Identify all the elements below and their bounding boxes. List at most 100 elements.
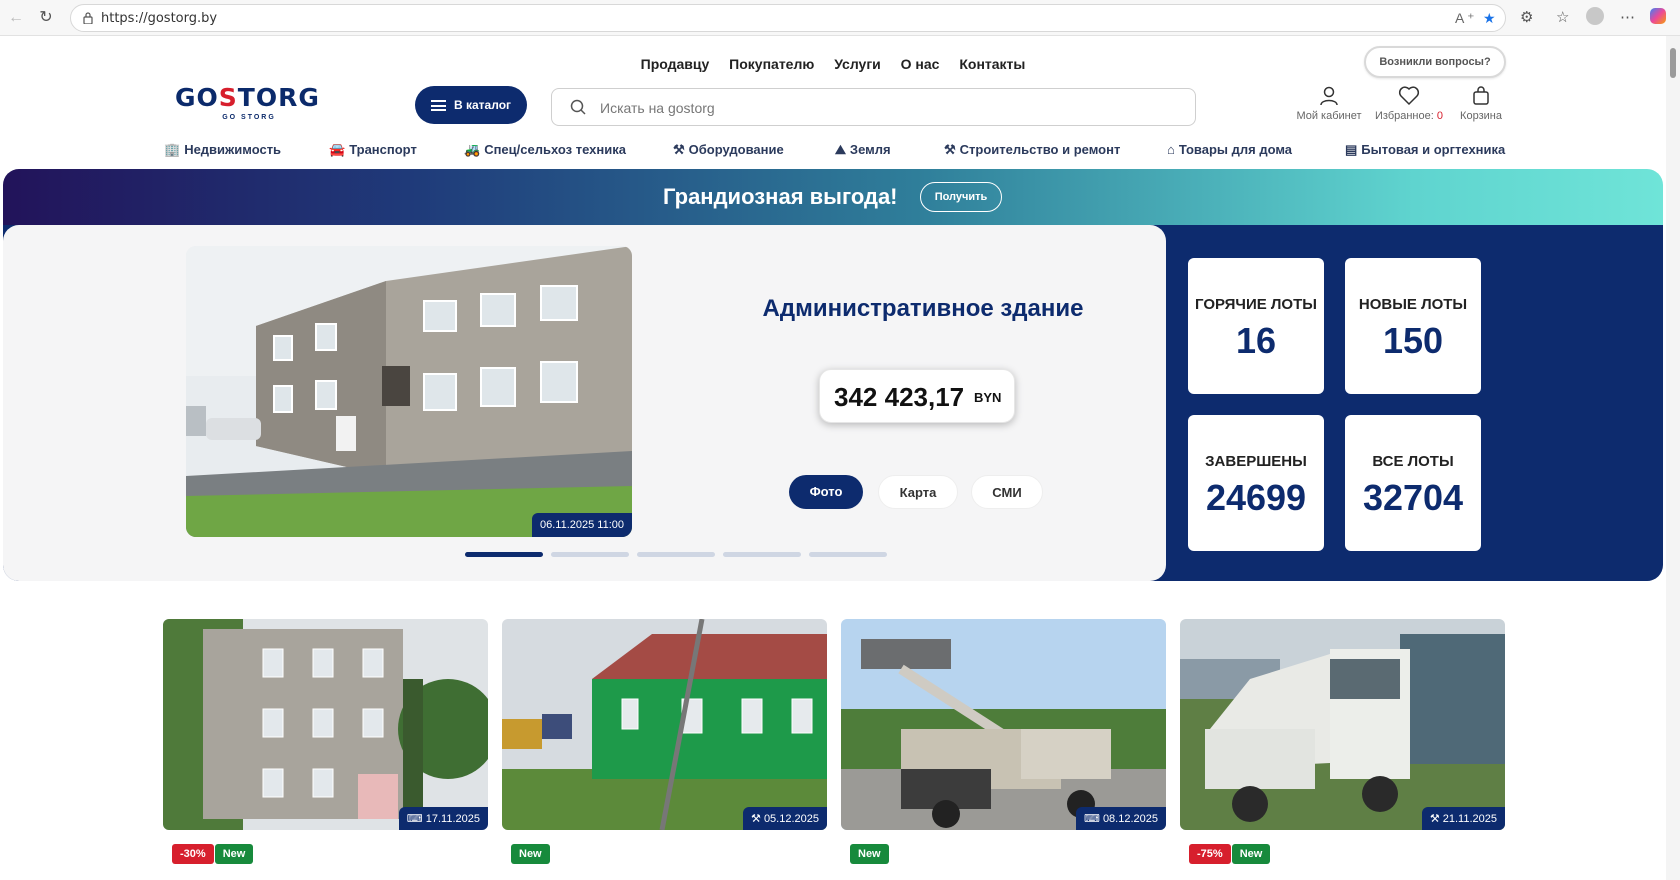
land-icon: ⛰ [835,142,846,157]
search-input[interactable]: Искать на gostorg [551,88,1196,126]
search-icon [570,99,586,115]
category-land[interactable]: ⛰ Земля [835,142,891,158]
slider-dot[interactable] [809,552,887,557]
stat-all-lots[interactable]: ВСЕ ЛОТЫ 32704 [1345,415,1481,551]
extensions-icon[interactable]: ⚙ [1520,8,1533,26]
nav-contacts[interactable]: Контакты [959,56,1025,72]
stat-value: 32704 [1362,477,1464,518]
hero-section: 06.11.2025 11:00 Административное здание… [3,225,1663,581]
lot-card[interactable]: ⚒ 05.12.2025 New [502,619,827,867]
profile-avatar[interactable] [1586,7,1604,25]
slider-dot[interactable] [551,552,629,557]
logo-subtitle: GO STORG [222,114,276,121]
scrollbar-thumb[interactable] [1670,48,1676,78]
car-icon: 🚘 [329,142,346,157]
stat-new-lots[interactable]: НОВЫЕ ЛОТЫ 150 [1345,258,1481,394]
lot-date: ⚒ 21.11.2025 [1421,807,1505,830]
nav-about[interactable]: О нас [901,56,940,72]
back-icon[interactable]: ← [6,8,26,28]
nav-seller[interactable]: Продавцу [641,56,710,72]
category-appliances[interactable]: ▤ Бытовая и оргтехника [1345,142,1505,158]
more-menu-icon[interactable]: ⋯ [1620,8,1635,26]
category-home-goods[interactable]: ⌂ Товары для дома [1167,142,1292,157]
browser-toolbar: ← ↻ https://gostorg.by A ⁺ ★ ⚙ ☆ ⋯ [0,0,1680,36]
lot-photo[interactable]: ⚒ 21.11.2025 [1180,619,1505,830]
user-icon [1320,86,1338,106]
category-real-estate[interactable]: 🏢 Недвижимость [164,142,281,158]
favorites-label: Избранное: [1375,110,1434,122]
stat-value: 16 [1235,320,1277,361]
price-box: 342 423,17 BYN [819,369,1015,423]
lot-photo-truck [841,619,1166,830]
copilot-icon[interactable] [1650,8,1666,24]
slider-dot[interactable] [637,552,715,557]
hero-date: 06.11.2025 11:00 [531,513,632,537]
account-label: Мой кабинет [1296,110,1362,122]
home-icon: ⌂ [1167,142,1175,157]
building-photo [186,246,632,537]
address-bar[interactable]: https://gostorg.by A ⁺ ★ [70,4,1506,32]
stat-hot-lots[interactable]: ГОРЯЧИЕ ЛОТЫ 16 [1188,258,1324,394]
discount-badge: -75% [1189,844,1231,864]
auction-icon: ⌨ [1083,813,1100,825]
stat-label: НОВЫЕ ЛОТЫ [1358,296,1468,313]
favorites-icon[interactable]: ☆ [1556,8,1569,26]
logo-wordmark: GOSTORG [175,83,320,112]
new-badge: New [214,844,254,864]
category-machinery[interactable]: 🚜 Спец/сельхоз техника [464,142,626,158]
promo-get-button[interactable]: Получить [920,182,1002,212]
lot-badges: -75% New [1189,844,1271,864]
read-aloud-icon[interactable]: A ⁺ [1455,10,1475,27]
tab-media[interactable]: СМИ [971,475,1043,509]
hero-slider: 06.11.2025 11:00 Административное здание… [3,225,1166,581]
lock-icon [83,12,93,24]
lot-photo[interactable]: ⌨ 17.11.2025 [163,619,488,830]
lot-photo[interactable]: ⚒ 05.12.2025 [502,619,827,830]
promo-banner: Грандиозная выгода! Получить [3,169,1663,225]
favorite-star-icon[interactable]: ★ [1483,10,1496,27]
favorites-link[interactable]: Избранное: 0 [1371,86,1447,122]
url-text: https://gostorg.by [101,11,218,26]
category-transport[interactable]: 🚘 Транспорт [329,142,417,158]
lot-photo-van [1180,619,1505,830]
category-construction[interactable]: ⚒ Строительство и ремонт [944,142,1120,158]
lot-card[interactable]: ⚒ 21.11.2025 -75% New [1180,619,1505,867]
logo[interactable]: GOSTORG GO STORG [175,84,323,124]
promo-text: Грандиозная выгода! [663,184,898,209]
price-currency: BYN [974,390,1002,405]
new-badge: New [511,844,550,864]
lot-card[interactable]: ⌨ 08.12.2025 New [841,619,1166,867]
search-placeholder: Искать на gostorg [600,100,715,116]
account-link[interactable]: Мой кабинет [1291,86,1367,122]
hero-photo[interactable]: 06.11.2025 11:00 [186,246,632,537]
crane-icon: ⚒ [944,142,956,157]
lot-photo[interactable]: ⌨ 08.12.2025 [841,619,1166,830]
slider-dot[interactable] [723,552,801,557]
catalog-label: В каталог [454,98,512,112]
stat-value: 150 [1382,320,1444,361]
questions-button[interactable]: Возникли вопросы? [1364,46,1506,78]
tab-photo[interactable]: Фото [789,475,863,509]
tab-map[interactable]: Карта [878,475,958,509]
hero-title[interactable]: Административное здание [693,295,1153,323]
category-equipment[interactable]: ⚒ Оборудование [673,142,784,158]
heart-icon [1398,86,1420,106]
stat-label: ГОРЯЧИЕ ЛОТЫ [1195,296,1317,313]
tractor-icon: 🚜 [464,142,481,157]
cart-link[interactable]: Корзина [1451,86,1511,122]
scrollbar[interactable] [1666,36,1680,880]
nav-buyer[interactable]: Покупателю [729,56,814,72]
lot-photo-house [502,619,827,830]
stat-completed[interactable]: ЗАВЕРШЕНЫ 24699 [1188,415,1324,551]
reload-icon[interactable]: ↻ [36,8,56,28]
slider-dot[interactable] [465,552,543,557]
price-value: 342 423,17 [834,382,965,412]
nav-services[interactable]: Услуги [834,56,881,72]
hammer-icon: ⚒ [751,813,761,825]
category-nav: 🏢 Недвижимость 🚘 Транспорт 🚜 Спец/сельхоз т… [3,142,1663,162]
lot-card[interactable]: ⌨ 17.11.2025 -30% New [163,619,488,867]
building-icon: 🏢 [164,142,181,157]
new-badge: New [850,844,889,864]
catalog-button[interactable]: В каталог [415,86,527,124]
stat-label: ЗАВЕРШЕНЫ [1205,453,1307,470]
